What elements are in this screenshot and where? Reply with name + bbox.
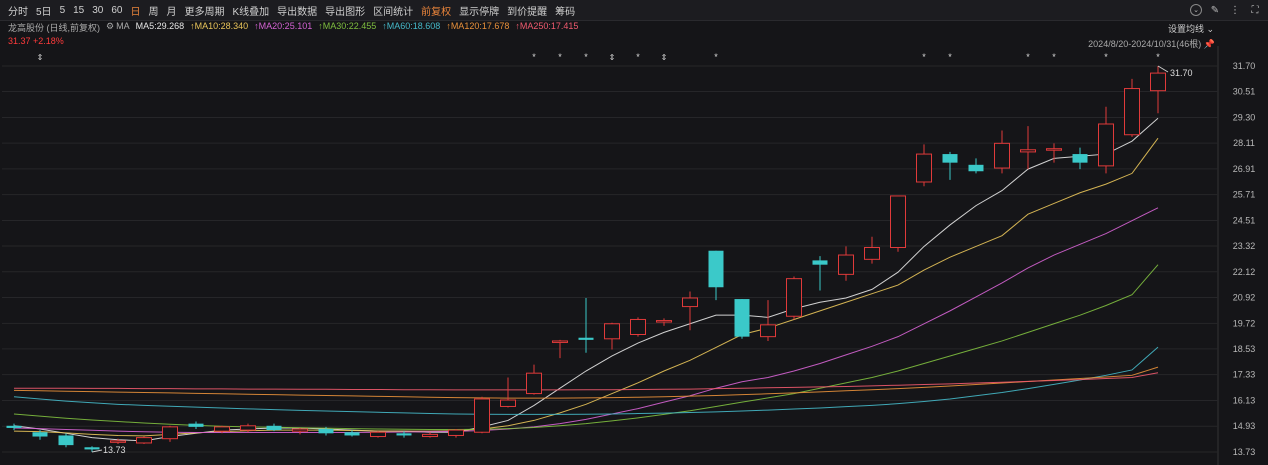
candle-body	[578, 337, 594, 340]
y-tick-label: 29.30	[1233, 113, 1256, 123]
event-star-mark: *	[1104, 52, 1108, 62]
event-arrow-mark: ⇕	[37, 53, 44, 62]
ma-line-ma10	[13, 137, 1159, 437]
event-arrow-mark: ⇕	[609, 53, 616, 62]
candle-body	[942, 154, 958, 163]
event-star-mark: *	[1026, 52, 1030, 62]
event-star-mark: *	[532, 52, 536, 62]
high-pointer	[1157, 65, 1169, 73]
candle-body	[500, 399, 516, 407]
y-tick-label: 25.71	[1233, 190, 1256, 200]
candle-body	[188, 423, 204, 427]
event-star-mark: *	[636, 52, 640, 62]
candle-body	[1098, 123, 1114, 167]
y-tick-label: 20.92	[1233, 293, 1256, 303]
y-tick-label: 18.53	[1233, 344, 1256, 354]
low-price-label: 13.73	[103, 445, 126, 455]
candle-body	[656, 320, 672, 323]
candle-body	[448, 429, 464, 436]
y-tick-label: 14.93	[1233, 421, 1256, 431]
y-tick-label: 30.51	[1233, 87, 1256, 97]
candle-body	[1046, 148, 1062, 151]
event-arrow-mark: ⇕	[661, 53, 668, 62]
candle-body	[526, 372, 542, 395]
y-tick-label: 17.33	[1233, 370, 1256, 380]
candle-body	[734, 299, 750, 337]
candle-body	[1150, 72, 1166, 92]
candle-body	[552, 340, 568, 343]
candle-body	[682, 297, 698, 308]
candle-body	[968, 164, 984, 172]
y-tick-label: 13.73	[1233, 447, 1256, 457]
ma-line-ma5	[13, 117, 1159, 442]
y-tick-label: 16.13	[1233, 395, 1256, 405]
event-star-mark: *	[714, 52, 718, 62]
candlestick-chart: 31.70 30.51 29.30 28.11 26.91 25.71 24.51 23.32…	[2, 46, 1256, 465]
y-tick-label: 31.70	[1233, 61, 1256, 71]
y-tick-label: 23.32	[1233, 241, 1256, 251]
candle-body	[708, 250, 724, 288]
event-star-mark: *	[584, 52, 588, 62]
candle-body	[890, 195, 906, 249]
candle-body	[32, 432, 48, 437]
candle-body	[84, 447, 100, 450]
candle-body	[58, 435, 74, 446]
candle-body	[110, 440, 126, 443]
candle-body	[318, 429, 334, 434]
candle-body	[136, 437, 152, 444]
y-tick-label: 26.91	[1233, 164, 1256, 174]
y-tick-label: 22.12	[1233, 267, 1256, 277]
candle-body	[1020, 149, 1036, 153]
y-tick-label: 19.72	[1233, 318, 1256, 328]
candle-body	[214, 426, 230, 432]
candle-body	[864, 247, 880, 260]
y-tick-label: 28.11	[1233, 138, 1255, 148]
high-price-label: 31.70	[1170, 68, 1193, 78]
candle-body	[760, 324, 776, 338]
candle-body	[812, 260, 828, 265]
candle-body	[344, 432, 360, 436]
event-star-mark: *	[948, 52, 952, 62]
event-star-mark: *	[558, 52, 562, 62]
candle-body	[916, 153, 932, 183]
candle-body	[994, 142, 1010, 169]
event-star-mark: *	[1156, 52, 1160, 62]
candle-body	[292, 428, 308, 432]
candle-body	[240, 425, 256, 431]
candle-body	[422, 433, 438, 438]
ma-line-ma250	[14, 372, 1159, 391]
candle-body	[6, 425, 22, 428]
candle-body	[604, 323, 620, 340]
candle-body	[786, 278, 802, 317]
candle-body	[630, 318, 646, 336]
candle-body	[162, 426, 178, 440]
y-tick-label: 24.51	[1233, 215, 1256, 225]
candle-body	[266, 425, 282, 431]
candle-body	[1072, 154, 1088, 163]
candle-body	[474, 398, 490, 433]
candle-body	[838, 254, 854, 275]
candle-body	[396, 433, 412, 436]
candle-body	[1124, 88, 1140, 136]
candle-body	[370, 431, 386, 438]
event-star-mark: *	[922, 52, 926, 62]
event-star-mark: *	[1052, 52, 1056, 62]
